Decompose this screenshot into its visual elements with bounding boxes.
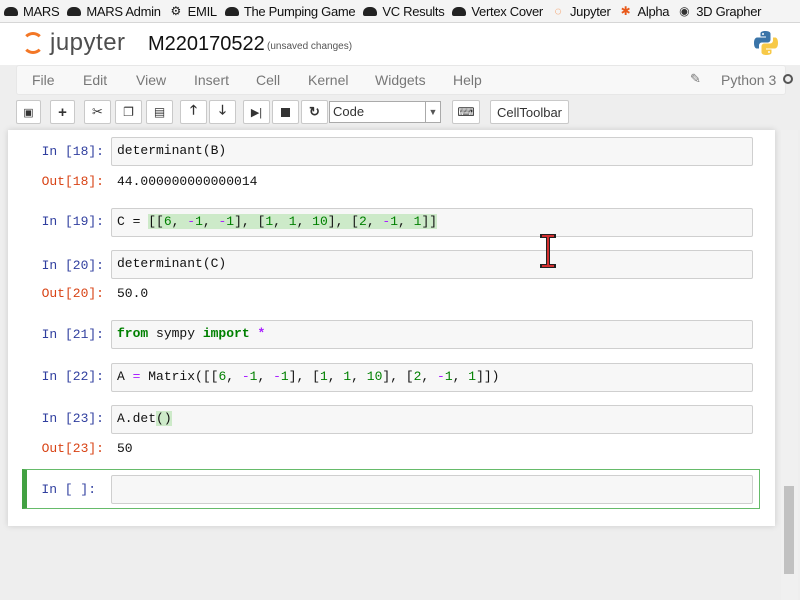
text-cursor-icon <box>540 234 556 268</box>
code-cell-input[interactable]: A = Matrix([[6, -1, -1], [1, 1, 10], [2,… <box>111 363 753 392</box>
move-down-button[interactable]: 🡓 <box>209 100 236 124</box>
empty-code-cell-input[interactable] <box>111 475 753 504</box>
bookmark-mars-admin[interactable]: MARS Admin <box>63 0 164 22</box>
notebook-header: jupyter M220170522 (unsaved changes) <box>0 23 800 65</box>
input-prompt: In [18]: <box>41 144 104 159</box>
copy-button[interactable]: ❐ <box>115 100 142 124</box>
cell-output: 44.000000000000014 <box>117 174 258 189</box>
bookmark-label: MARS <box>23 3 60 19</box>
menu-insert[interactable]: Insert <box>194 72 229 88</box>
output-prompt: Out[23]: <box>41 441 104 456</box>
jupyter-icon: ◌ <box>554 4 562 18</box>
code-cell-input[interactable]: C = [[6, -1, -1], [1, 1, 10], [2, -1, 1]… <box>111 208 753 237</box>
autosave-status: (unsaved changes) <box>267 41 353 52</box>
menu-file[interactable]: File <box>32 72 55 88</box>
bookmark-alpha[interactable]: ✱ Alpha <box>614 0 673 22</box>
output-prompt: Out[20]: <box>41 286 104 301</box>
jupyter-logo[interactable]: jupyter <box>22 29 126 57</box>
paste-icon: ▤ <box>153 105 166 119</box>
bookmark-label: Jupyter <box>569 3 611 19</box>
menu-widgets[interactable]: Widgets <box>375 72 426 88</box>
bookmark-mars[interactable]: MARS <box>0 0 63 22</box>
gear-icon: ⚙ <box>170 4 181 18</box>
input-prompt: In [22]: <box>41 369 104 384</box>
input-prompt: In [21]: <box>41 327 104 342</box>
hat-icon <box>224 6 239 16</box>
scrollbar-thumb[interactable] <box>784 486 794 574</box>
save-icon: ▣ <box>23 106 34 119</box>
run-button[interactable]: ▶| <box>243 100 270 124</box>
bookmark-label: VC Results <box>382 3 445 19</box>
hat-icon <box>67 6 82 16</box>
plus-icon: + <box>58 103 67 121</box>
grapher-icon: ◉ <box>679 4 690 18</box>
bookmark-vertex-cover[interactable]: Vertex Cover <box>448 0 547 22</box>
refresh-icon: ↻ <box>309 104 320 119</box>
interrupt-button[interactable] <box>272 100 299 124</box>
hat-icon <box>363 6 378 16</box>
code-cell-input[interactable]: determinant(C) <box>111 250 753 279</box>
cell-type-select[interactable]: Code ▼ <box>329 101 441 123</box>
bookmark-3d-grapher[interactable]: ◉ 3D Grapher <box>673 0 765 22</box>
jupyter-logo-icon <box>22 32 44 54</box>
input-prompt: In [19]: <box>41 214 104 229</box>
notebook-name[interactable]: M220170522 <box>148 33 265 56</box>
input-prompt: In [23]: <box>41 411 104 426</box>
bookmark-label: Alpha <box>637 3 670 19</box>
scrollbar[interactable] <box>781 130 798 600</box>
menu-edit[interactable]: Edit <box>83 72 107 88</box>
jupyter-logo-text: jupyter <box>50 29 126 56</box>
kernel-name: Python 3 <box>721 72 777 88</box>
bookmark-emil[interactable]: ⚙ EMIL <box>165 0 221 22</box>
paste-button[interactable]: ▤ <box>146 100 173 124</box>
input-prompt: In [20]: <box>41 258 104 273</box>
move-up-button[interactable]: 🡑 <box>180 100 207 124</box>
bookmark-label: Vertex Cover <box>471 3 543 19</box>
code-cell-input[interactable]: from sympy import * <box>111 320 753 349</box>
arrow-down-icon: 🡓 <box>219 102 226 117</box>
code-cell-input[interactable]: A.det() <box>111 405 753 434</box>
input-prompt: In [ ]: <box>41 482 96 497</box>
python-logo-icon <box>754 31 778 55</box>
cell-type-value: Code <box>333 104 365 119</box>
bookmark-jupyter[interactable]: ◌ Jupyter <box>547 0 615 22</box>
copy-icon: ❐ <box>123 105 134 119</box>
hat-icon <box>452 6 467 16</box>
stop-icon <box>281 107 290 117</box>
bookmark-label: MARS Admin <box>86 3 161 19</box>
cut-button[interactable]: ✂ <box>84 100 111 124</box>
celltoolbar-label: CellToolbar <box>496 104 563 120</box>
toolbar: ▣ + ✂ ❐ ▤ 🡑 🡓 ▶| ↻ Code ▼ ⌨ CellToolbar <box>16 99 784 127</box>
menu-cell[interactable]: Cell <box>256 72 280 88</box>
menubar: File Edit View Insert Cell Kernel Widget… <box>16 65 793 95</box>
menu-view[interactable]: View <box>136 72 166 88</box>
hat-icon <box>4 6 18 16</box>
bookmark-label: 3D Grapher <box>696 3 762 19</box>
menu-kernel[interactable]: Kernel <box>308 72 348 88</box>
arrow-up-icon: 🡑 <box>190 102 197 117</box>
insert-cell-button[interactable]: + <box>50 100 75 124</box>
restart-button[interactable]: ↻ <box>301 100 328 124</box>
keyboard-icon: ⌨ <box>457 105 475 119</box>
save-button[interactable]: ▣ <box>16 100 41 124</box>
bookmark-label: The Pumping Game <box>243 3 356 19</box>
wolfram-icon: ✱ <box>620 4 631 18</box>
kernel-idle-indicator-icon <box>783 74 793 84</box>
step-forward-icon: ▶| <box>250 106 263 119</box>
scissors-icon: ✂ <box>92 104 103 119</box>
notebook-container: In [18]: determinant(B) Out[18]: 44.0000… <box>8 130 775 526</box>
cell-output: 50.0 <box>117 286 149 301</box>
cell-output: 50 <box>117 441 133 456</box>
bookmark-label: EMIL <box>187 3 217 19</box>
chevron-down-icon: ▼ <box>425 102 440 122</box>
bookmark-pumping-game[interactable]: The Pumping Game <box>221 0 360 22</box>
bookmarks-bar: MARS MARS Admin ⚙ EMIL The Pumping Game V… <box>0 0 800 23</box>
celltoolbar-button[interactable]: CellToolbar <box>490 100 569 124</box>
code-cell-input[interactable]: determinant(B) <box>111 137 753 166</box>
bookmark-vc-results[interactable]: VC Results <box>359 0 448 22</box>
command-palette-button[interactable]: ⌨ <box>452 100 480 124</box>
pencil-icon[interactable]: ✎ <box>690 71 701 87</box>
menu-help[interactable]: Help <box>453 72 482 88</box>
output-prompt: Out[18]: <box>41 174 104 189</box>
